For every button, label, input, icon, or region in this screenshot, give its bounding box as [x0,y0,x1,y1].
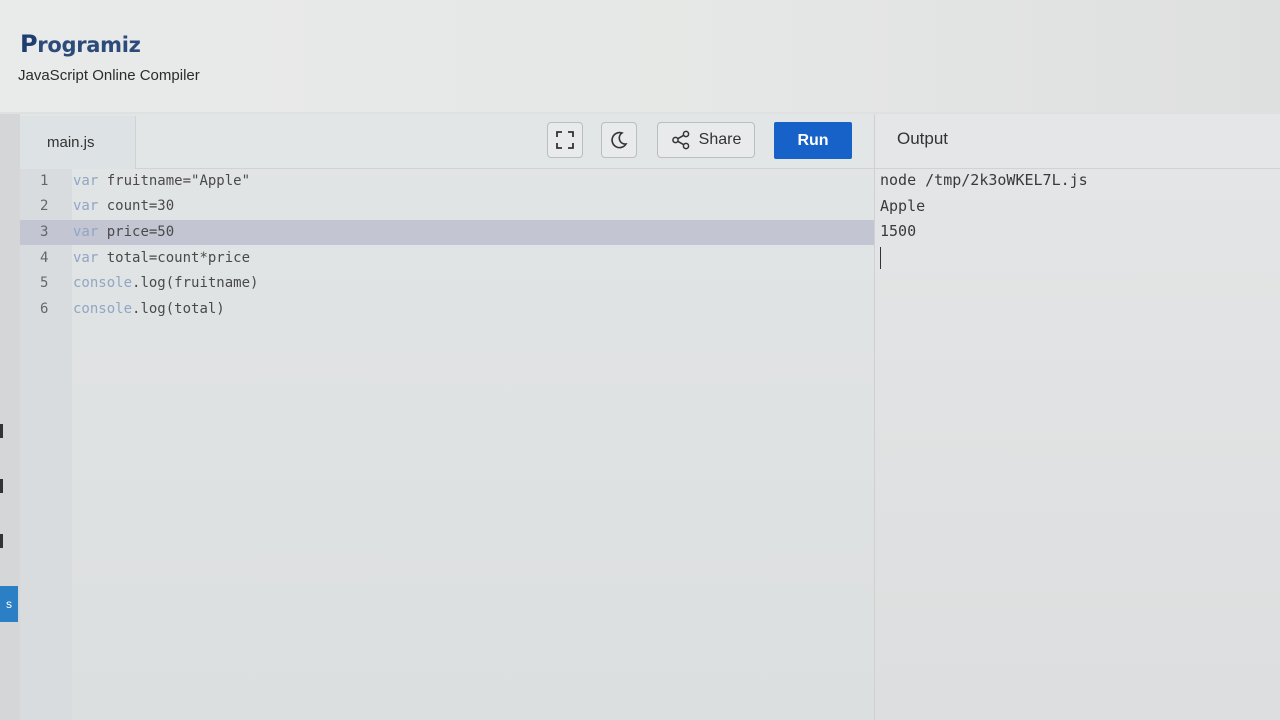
code-text: .log(total) [132,301,225,317]
code-text: fruitname="Apple" [98,173,251,189]
programiz-logo[interactable]: Programiz [20,30,141,58]
fullscreen-icon [556,131,574,149]
line-number: 5 [40,275,49,291]
output-line: 1500 [880,222,917,240]
code-text: count=30 [98,198,175,214]
run-button[interactable]: Run [774,122,852,159]
output-console[interactable]: node /tmp/2k3oWKEL7L.js Apple 1500 [875,169,1280,720]
code-keyword: console [73,275,133,291]
code-line-active[interactable]: 3 var price=50 [20,220,874,245]
code-keyword: var [73,198,99,214]
code-text: price=50 [98,224,175,240]
code-line[interactable]: 6 console.log(total) [20,297,874,322]
moon-icon [611,131,628,149]
code-line[interactable]: 2 var count=30 [20,194,874,219]
share-button[interactable]: Share [657,122,755,158]
theme-toggle-button[interactable] [601,122,637,158]
output-line: node /tmp/2k3oWKEL7L.js [880,171,1088,189]
output-header: Output [875,114,1280,169]
sidebar-marker [0,479,3,493]
code-text: total=count*price [98,250,251,266]
code-line[interactable]: 5 console.log(fruitname) [20,271,874,296]
left-sidebar-strip: s [0,114,20,720]
code-text: .log(fruitname) [132,275,259,291]
line-number: 6 [40,301,49,317]
code-line[interactable]: 1 var fruitname="Apple" [20,169,874,194]
page-subtitle: JavaScript Online Compiler [18,67,200,84]
sidebar-marker [0,424,3,438]
sidebar-marker [0,534,3,548]
logo-initial: P [20,30,38,58]
output-line: Apple [880,197,926,215]
share-label: Share [698,131,742,148]
sidebar-tab[interactable]: s [0,586,18,622]
code-keyword: console [73,301,133,317]
header: Programiz JavaScript Online Compiler [0,0,1280,112]
share-icon [671,130,689,150]
code-keyword: var [73,224,99,240]
line-number: 3 [40,224,49,240]
fullscreen-button[interactable] [547,122,583,158]
code-keyword: var [73,250,99,266]
line-number: 2 [40,198,49,214]
line-number: 4 [40,250,49,266]
code-keyword: var [73,173,99,189]
editor-toolbar: main.js Share Run [20,114,874,169]
line-number: 1 [40,173,49,189]
tab-main-js[interactable]: main.js [20,116,136,169]
text-cursor [880,247,881,269]
logo-text: rogramiz [37,33,141,57]
code-line[interactable]: 4 var total=count*price [20,246,874,271]
code-editor[interactable]: 1 var fruitname="Apple" 2 var count=30 3… [20,169,874,720]
